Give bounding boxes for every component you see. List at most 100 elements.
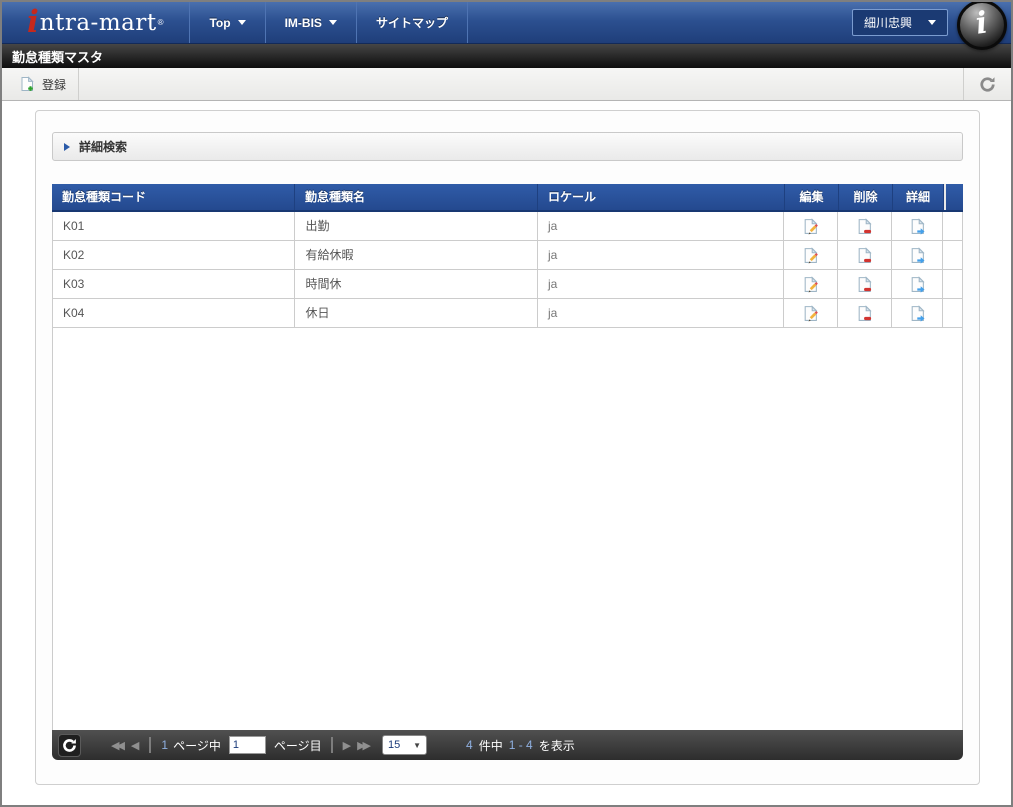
intra-mart-logo: i ntra-mart ®: [2, 2, 189, 43]
column-header-spacer: [944, 184, 963, 210]
page-size-select[interactable]: 15 ▼: [382, 735, 427, 755]
edit-button[interactable]: [784, 241, 839, 269]
cell-locale: ja: [538, 270, 785, 298]
chevron-down-icon: [237, 20, 246, 25]
column-header-code[interactable]: 勤怠種類コード: [52, 184, 295, 210]
toolbar: 登録: [2, 68, 1011, 101]
logo-text: ntra-mart: [39, 9, 157, 36]
page-minus-icon: [856, 246, 873, 264]
toolbar-divider: [78, 68, 80, 100]
cell-spacer: [943, 299, 962, 327]
cell-locale: ja: [538, 241, 785, 269]
cell-name: 休日: [295, 299, 538, 327]
content-card: 詳細検索 勤怠種類コード 勤怠種類名 ロケール 編集 削除 詳細 K01 出勤 …: [35, 110, 980, 785]
column-header-edit: 編集: [785, 184, 839, 210]
last-page-button[interactable]: ▶▶: [357, 739, 371, 752]
table-row[interactable]: K01 出勤 ja: [53, 212, 962, 241]
badge-letter: i: [973, 4, 991, 42]
circular-arrow-icon: [979, 76, 996, 93]
cell-code: K02: [53, 241, 296, 269]
grid-header-row: 勤怠種類コード 勤怠種類名 ロケール 編集 削除 詳細: [52, 184, 963, 212]
page-arrow-icon: [909, 246, 926, 264]
pagination-bar: ◀◀ ◀ 1 ページ中 ページ目 ▶ ▶▶ 15 ▼ 4: [52, 730, 963, 760]
page-minus-icon: [856, 304, 873, 322]
cell-spacer: [943, 270, 962, 298]
page-pencil-icon: [802, 275, 819, 293]
detail-search-panel-toggle[interactable]: 詳細検索: [52, 132, 963, 161]
first-page-button[interactable]: ◀◀: [111, 739, 125, 752]
nav-item-top[interactable]: Top: [189, 2, 264, 43]
nav-item-sitemap[interactable]: サイトマップ: [355, 2, 468, 43]
intra-mart-badge-icon: i: [957, 2, 1007, 50]
edit-button[interactable]: [784, 270, 839, 298]
nav-item-label: IM-BIS: [284, 15, 322, 30]
delete-button[interactable]: [838, 241, 893, 269]
pagination-divider: [149, 737, 152, 753]
page-pencil-icon: [802, 217, 819, 235]
cell-locale: ja: [538, 212, 785, 240]
page-number-input[interactable]: [228, 736, 266, 754]
grid-empty-area: [53, 328, 962, 730]
nav-item-label: サイトマップ: [375, 16, 448, 30]
cell-code: K04: [53, 299, 296, 327]
cell-code: K03: [53, 270, 296, 298]
cell-locale: ja: [538, 299, 785, 327]
table-row[interactable]: K03 時間休 ja: [53, 270, 962, 299]
cell-code: K01: [53, 212, 296, 240]
circular-arrow-icon: [62, 738, 77, 753]
collapse-triangle-icon: [64, 142, 70, 151]
detail-button[interactable]: [892, 270, 944, 298]
column-header-locale[interactable]: ロケール: [538, 184, 785, 210]
cell-name: 出勤: [295, 212, 538, 240]
grid-refresh-button[interactable]: [58, 733, 81, 757]
total-records: 4: [466, 738, 473, 752]
detail-search-label: 詳細検索: [79, 140, 128, 154]
table-row[interactable]: K02 有給休暇 ja: [53, 241, 962, 270]
page-pencil-icon: [802, 304, 819, 322]
next-page-button[interactable]: ▶: [343, 739, 351, 752]
page-size-value: 15: [388, 739, 401, 751]
page-arrow-icon: [909, 217, 926, 235]
attendance-type-grid: 勤怠種類コード 勤怠種類名 ロケール 編集 削除 詳細 K01 出勤 ja K0…: [52, 184, 963, 760]
page-pencil-icon: [802, 246, 819, 264]
chevron-down-icon: ▼: [413, 740, 421, 750]
nav-item-label: Top: [209, 15, 231, 30]
nav-item-im-bis[interactable]: IM-BIS: [264, 2, 356, 43]
user-menu-button[interactable]: 細川忠興: [851, 9, 948, 36]
cell-spacer: [943, 241, 962, 269]
prev-page-button[interactable]: ◀: [131, 739, 139, 752]
column-header-delete: 削除: [839, 184, 893, 210]
table-row[interactable]: K04 休日 ja: [53, 299, 962, 328]
detail-button[interactable]: [892, 241, 944, 269]
pages-middle-label: ページ中: [173, 738, 221, 753]
register-button[interactable]: 登録: [19, 76, 66, 93]
page-arrow-icon: [909, 304, 926, 322]
total-pages-value: 1: [161, 738, 169, 752]
edit-button[interactable]: [784, 212, 839, 240]
page-suffix-label: ページ目: [273, 738, 322, 753]
pagination-divider: [330, 737, 333, 753]
edit-button[interactable]: [784, 299, 839, 327]
cell-name: 有給休暇: [295, 241, 538, 269]
user-name: 細川忠興: [863, 16, 912, 30]
register-button-label: 登録: [42, 77, 67, 92]
refresh-button[interactable]: [964, 76, 1011, 93]
delete-button[interactable]: [838, 270, 893, 298]
detail-button[interactable]: [892, 212, 944, 240]
app-window: i ntra-mart ® Top IM-BIS サイトマップ 細川忠興 i 勤…: [0, 0, 1013, 807]
cell-name: 時間休: [295, 270, 538, 298]
page-arrow-icon: [909, 275, 926, 293]
top-nav-bar: i ntra-mart ® Top IM-BIS サイトマップ 細川忠興 i: [2, 2, 1011, 50]
delete-button[interactable]: [838, 299, 893, 327]
chevron-down-icon: [928, 20, 936, 25]
show-label: を表示: [538, 738, 575, 753]
cell-spacer: [943, 212, 962, 240]
nav-menu: Top IM-BIS サイトマップ: [189, 2, 468, 43]
logo-registered-mark: ®: [157, 18, 164, 27]
column-header-name[interactable]: 勤怠種類名: [295, 184, 538, 210]
grid-body: K01 出勤 ja K02 有給休暇 ja K03 時間休 ja K04 休日 …: [52, 212, 963, 730]
detail-button[interactable]: [892, 299, 944, 327]
logo-i-swirl: i: [27, 4, 39, 40]
delete-button[interactable]: [838, 212, 893, 240]
page-title: 勤怠種類マスタ: [12, 49, 104, 65]
